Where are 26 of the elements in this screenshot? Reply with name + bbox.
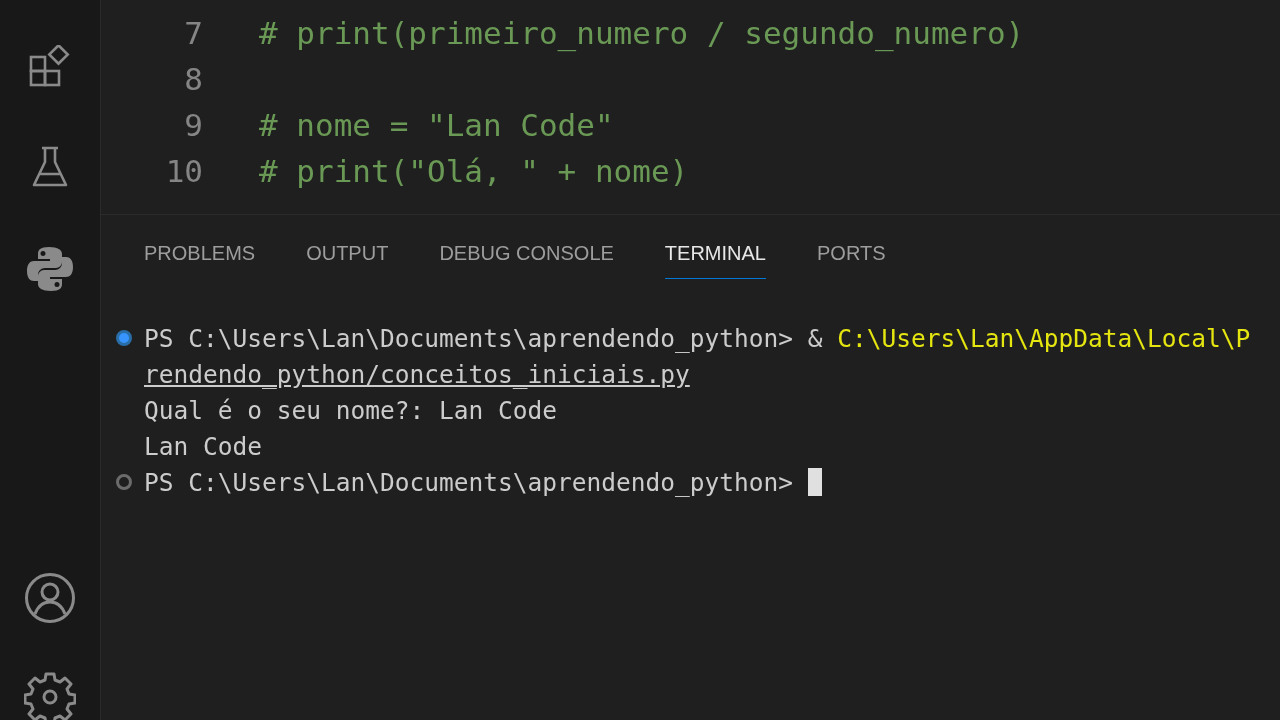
code-comment: # nome = "Lan Code": [259, 107, 614, 143]
account-icon[interactable]: [24, 572, 76, 624]
panel-tab[interactable]: TERMINAL: [664, 229, 766, 279]
panel-tab[interactable]: OUTPUT: [306, 229, 389, 279]
terminal-path: C:\Users\Lan\AppData\Local\P: [837, 323, 1251, 353]
line-number: 10: [164, 153, 203, 189]
code-comment: # print(primeiro_numero / segundo_numero): [259, 15, 1025, 51]
command-status-icon[interactable]: [116, 330, 132, 346]
python-icon[interactable]: [26, 245, 74, 293]
panel-tab[interactable]: PROBLEMS: [144, 229, 256, 279]
settings-icon[interactable]: [24, 671, 76, 720]
terminal-prompt: PS C:\Users\Lan\Documents\aprendendo_python>: [144, 323, 793, 353]
line-number: 9: [183, 107, 203, 143]
panel-tab[interactable]: DEBUG CONSOLE: [439, 229, 614, 279]
terminal-output: Qual é o seu nome?: Lan Code: [144, 395, 557, 425]
line-number: 8: [183, 61, 203, 97]
flask-icon[interactable]: [30, 145, 70, 189]
panel-tab[interactable]: PORTS: [817, 229, 886, 279]
file-link[interactable]: rendendo_python/conceitos_iniciais.py: [144, 359, 690, 389]
terminal-operator: &: [807, 323, 823, 353]
terminal-prompt: PS C:\Users\Lan\Documents\aprendendo_python>: [144, 467, 793, 497]
terminal-output: Lan Code: [144, 431, 262, 461]
code-comment: # print("Olá, " + nome): [259, 153, 689, 189]
extensions-icon[interactable]: [28, 45, 72, 89]
command-status-icon[interactable]: [116, 474, 132, 490]
line-number: 7: [183, 15, 203, 51]
